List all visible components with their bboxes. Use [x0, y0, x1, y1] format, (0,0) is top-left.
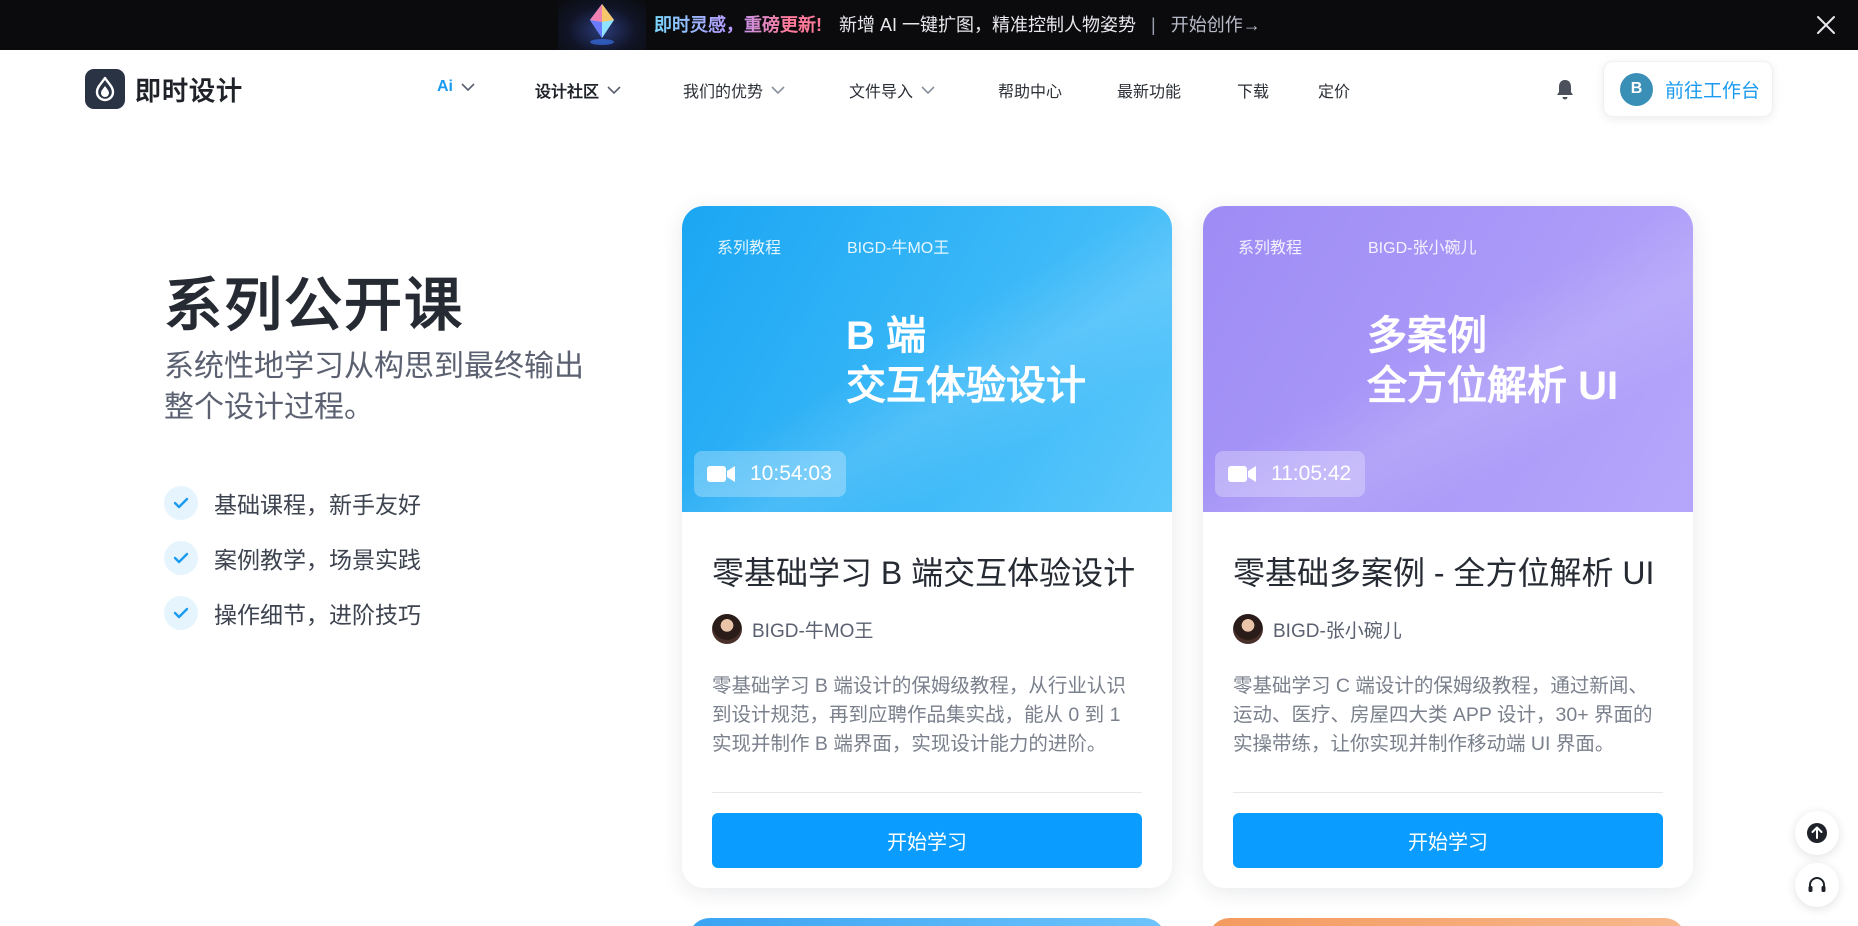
- course-title[interactable]: 零基础学习 B 端交互体验设计: [712, 548, 1142, 594]
- section-title: 系列公开课: [164, 273, 465, 338]
- duration-text: 11:05:42: [1271, 462, 1352, 485]
- nav-item-label: 文件导入: [849, 84, 914, 101]
- chevron-down-icon: [921, 86, 935, 94]
- nav-item-label: Ai: [437, 78, 453, 95]
- nav-item-label: 设计社区: [535, 84, 600, 101]
- chevron-down-icon: [461, 83, 475, 91]
- course-cover[interactable]: 系列教程 BIGD-张小碗儿 多案例 全方位解析 UI 11:05:42: [1203, 206, 1693, 512]
- check-icon: [164, 486, 198, 520]
- course-tag: 系列教程: [717, 240, 782, 257]
- avatar: [712, 614, 742, 644]
- course-card-peek[interactable]: [688, 918, 1166, 926]
- course-title[interactable]: 零基础多案例 - 全方位解析 UI: [1233, 548, 1663, 594]
- headset-icon: [1808, 877, 1826, 892]
- bell-icon[interactable]: [1554, 78, 1576, 102]
- section-subtitle: 系统性地学习从构思到最终输出整个设计过程。: [164, 350, 584, 424]
- video-camera-icon: [707, 466, 735, 482]
- feature-item: 案例教学，场景实践: [164, 541, 421, 575]
- divider: [1233, 792, 1663, 793]
- avatar: [1233, 614, 1263, 644]
- feature-label: 操作细节，进阶技巧: [214, 602, 421, 628]
- customer-service-button[interactable]: [1795, 863, 1839, 907]
- course-tag-author: BIGD-张小碗儿: [1368, 240, 1477, 257]
- feature-label: 案例教学，场景实践: [214, 547, 421, 573]
- duration-badge: 11:05:42: [1215, 451, 1366, 497]
- start-learning-button[interactable]: 开始学习: [712, 813, 1142, 868]
- logo-mark-icon: [85, 69, 125, 109]
- course-card[interactable]: 系列教程 BIGD-张小碗儿 多案例 全方位解析 UI 11:05:42 零基础…: [1203, 206, 1693, 888]
- chevron-down-icon: [607, 86, 621, 94]
- workspace-button[interactable]: B 前往工作台: [1603, 61, 1773, 117]
- nav-item-community[interactable]: 设计社区: [535, 78, 621, 102]
- back-to-top-button[interactable]: [1795, 811, 1839, 855]
- author-name: BIGD-牛MO王: [752, 620, 874, 642]
- video-camera-icon: [1228, 466, 1256, 482]
- announcement-message: 新增 AI 一键扩图，精准控制人物姿势: [839, 15, 1137, 35]
- announcement-highlight: 即时灵感，重磅更新!: [654, 15, 822, 35]
- nav-item-label: 最新功能: [1117, 84, 1182, 101]
- workspace-button-label: 前往工作台: [1665, 80, 1761, 102]
- nav-item-label: 帮助中心: [998, 84, 1063, 101]
- nav-item-label: 定价: [1318, 84, 1351, 101]
- course-cover-title: B 端 交互体验设计: [846, 314, 1086, 408]
- announcement-text[interactable]: 即时灵感，重磅更新! 新增 AI 一键扩图，精准控制人物姿势 | 开始创作→: [654, 0, 1261, 50]
- announcement-separator: |: [1151, 15, 1156, 35]
- course-tag-author: BIGD-牛MO王: [847, 240, 950, 257]
- close-icon[interactable]: [1815, 14, 1837, 36]
- course-cover-title: 多案例 全方位解析 UI: [1367, 314, 1619, 408]
- course-description: 零基础学习 C 端设计的保姆级教程，通过新闻、运动、医疗、房屋四大类 APP 设…: [1233, 675, 1653, 755]
- feature-item: 操作细节，进阶技巧: [164, 596, 421, 630]
- arrow-up-icon: [1807, 823, 1827, 843]
- nav-item-help-center[interactable]: 帮助中心: [998, 78, 1062, 102]
- course-tag: 系列教程: [1238, 240, 1303, 257]
- announcement-bar: 即时灵感，重磅更新! 新增 AI 一键扩图，精准控制人物姿势 | 开始创作→: [0, 0, 1858, 50]
- logo-text: 即时设计: [135, 75, 244, 106]
- duration-badge: 10:54:03: [694, 451, 846, 497]
- check-icon: [164, 596, 198, 630]
- nav-item-label: 我们的优势: [683, 84, 764, 101]
- chevron-down-icon: [771, 86, 785, 94]
- nav-item-label: 下载: [1237, 84, 1270, 101]
- feature-label: 基础课程，新手友好: [214, 492, 421, 518]
- course-description: 零基础学习 B 端设计的保姆级教程，从行业认识到设计规范，再到应聘作品集实战，能…: [712, 675, 1126, 755]
- site-header: 即时设计 Ai 设计社区 我们的优势 文件导入 帮助中心 最新功能 下载 定价 …: [0, 50, 1858, 130]
- nav-item-file-import[interactable]: 文件导入: [849, 78, 935, 102]
- check-icon: [164, 541, 198, 575]
- logo[interactable]: 即时设计: [85, 69, 243, 109]
- announcement-cta-link[interactable]: 开始创作→: [1171, 15, 1261, 35]
- course-author: BIGD-张小碗儿: [1233, 614, 1663, 644]
- nav-item-new-features[interactable]: 最新功能: [1117, 78, 1181, 102]
- duration-text: 10:54:03: [750, 462, 832, 485]
- course-author: BIGD-牛MO王: [712, 614, 1142, 644]
- course-cover[interactable]: 系列教程 BIGD-牛MO王 B 端 交互体验设计 10:54:03: [682, 206, 1172, 512]
- author-name: BIGD-张小碗儿: [1273, 620, 1402, 642]
- nav-item-download[interactable]: 下载: [1237, 78, 1269, 102]
- course-card-peek[interactable]: [1208, 918, 1686, 926]
- nav-item-advantages[interactable]: 我们的优势: [683, 78, 785, 102]
- divider: [712, 792, 1142, 793]
- feature-item: 基础课程，新手友好: [164, 486, 421, 520]
- start-learning-button[interactable]: 开始学习: [1233, 813, 1663, 868]
- course-card[interactable]: 系列教程 BIGD-牛MO王 B 端 交互体验设计 10:54:03 零基础学习…: [682, 206, 1172, 888]
- nav-item-ai[interactable]: Ai: [437, 78, 475, 96]
- crystal-illustration: [558, 0, 646, 50]
- avatar: B: [1620, 72, 1653, 106]
- nav-item-pricing[interactable]: 定价: [1318, 78, 1350, 102]
